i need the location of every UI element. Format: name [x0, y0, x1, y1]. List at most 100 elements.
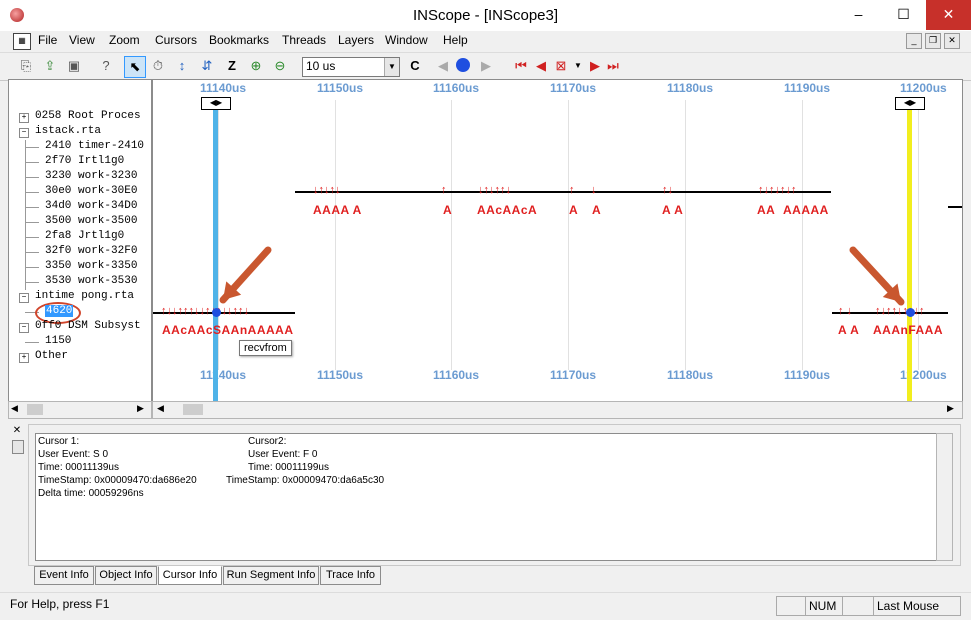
open-icon[interactable]: ⇪: [40, 56, 60, 76]
cursor-handle-icon[interactable]: ◀▶: [895, 97, 925, 110]
close-button[interactable]: ✕: [926, 0, 971, 30]
mdi-restore-button[interactable]: ❐: [925, 33, 941, 49]
event-label[interactable]: AAAAA: [783, 203, 829, 217]
go-icon[interactable]: [456, 58, 470, 72]
menu-bookmarks[interactable]: Bookmarks: [209, 33, 269, 47]
event-label[interactable]: AAAA A: [313, 203, 362, 217]
thread-run-segment[interactable]: [295, 191, 831, 193]
zoom-out-icon[interactable]: ⊖: [270, 56, 290, 76]
help-icon[interactable]: ?: [96, 56, 116, 76]
menu-help[interactable]: Help: [443, 33, 468, 47]
cursor1-time: Time: 00011139us: [38, 462, 119, 473]
scroll-right-icon[interactable]: ▶: [947, 403, 954, 414]
previous-event-icon[interactable]: ◀: [531, 56, 551, 76]
event-arrows-icon[interactable]: ↑↓↓↑↑↑↓↓↑↓↑↓↓↑↑↓: [161, 305, 249, 317]
last-event-icon[interactable]: ⏭: [603, 56, 623, 76]
event-arrows-icon[interactable]: ↑↓↑↓↑↓↑: [758, 184, 797, 196]
previous-icon[interactable]: ◀: [433, 56, 453, 76]
zoom-in-icon[interactable]: ⊕: [246, 56, 266, 76]
minimize-button[interactable]: –: [836, 0, 881, 30]
cursor1-user-event: User Event: S 0: [38, 449, 109, 460]
cursor-2-marker[interactable]: [906, 308, 915, 317]
event-arrows-icon[interactable]: ↓↑↓↑↑↓: [478, 184, 511, 196]
collapse-icon[interactable]: −: [19, 128, 29, 138]
thread-tree[interactable]: +0258 Root Proces − istack.rta 2410 timer-2…: [8, 79, 152, 403]
menu-file[interactable]: File: [38, 33, 57, 47]
event-arrows-icon[interactable]: ↓↑↓↑↓: [313, 184, 341, 196]
expand-icon[interactable]: +: [19, 113, 29, 123]
collapse-icon[interactable]: −: [19, 323, 29, 333]
first-event-icon[interactable]: ⏮: [511, 56, 531, 76]
event-arrows-icon[interactable]: ↑ ↓: [838, 305, 852, 317]
tab-cursor-info[interactable]: Cursor Info: [158, 566, 222, 585]
new-icon[interactable]: ⎘: [16, 56, 36, 76]
menu-view[interactable]: View: [69, 33, 95, 47]
scroll-right-icon[interactable]: ▶: [137, 403, 144, 414]
scroll-left-icon[interactable]: ◀: [157, 403, 164, 414]
document-icon[interactable]: ▦: [13, 33, 31, 50]
event-label[interactable]: A A: [662, 203, 683, 217]
tree-item-label: 0258 Root Proces: [35, 110, 141, 122]
pointer-icon[interactable]: ⬉: [124, 56, 146, 78]
tab-trace-info[interactable]: Trace Info: [320, 566, 381, 585]
refresh-icon[interactable]: C: [405, 56, 425, 76]
menu-window[interactable]: Window: [385, 33, 428, 47]
chevron-down-icon[interactable]: ▼: [384, 58, 399, 76]
axis-tick-label: 11150us: [317, 368, 364, 382]
save-icon[interactable]: ▣: [64, 56, 84, 76]
event-arrows-icon[interactable]: ↑↓: [662, 184, 673, 196]
next-event-icon[interactable]: ▶: [585, 56, 605, 76]
cursor-2-line[interactable]: [907, 98, 912, 402]
timeline-horizontal-scrollbar[interactable]: ◀ ▶: [152, 401, 963, 419]
toolbar: ⎘ ⇪ ▣ ? ⬉ ⏱ ↕ ⇵ Z ⊕ ⊖ 10 us ▼ C ◀ ▶ ⏮ ◀ …: [0, 52, 971, 81]
event-label[interactable]: AAAnFAAA: [873, 323, 943, 337]
collapse-icon[interactable]: −: [19, 293, 29, 303]
cursor-1-marker[interactable]: [212, 308, 221, 317]
cursor-1-line[interactable]: [213, 98, 218, 402]
scroll-left-icon[interactable]: ◀: [11, 403, 18, 414]
info-vertical-scrollbar[interactable]: [936, 433, 953, 561]
event-label[interactable]: AAcAAcSAAnAAAAA: [162, 323, 294, 337]
collapse-rows-icon[interactable]: ⇵: [197, 56, 217, 76]
scroll-thumb[interactable]: [183, 404, 203, 415]
tree-horizontal-scrollbar[interactable]: ◀ ▶: [8, 401, 152, 419]
pane-close-icon[interactable]: ✕: [12, 426, 22, 436]
tab-object-info[interactable]: Object Info: [95, 566, 157, 585]
event-arrows-icon[interactable]: ↑: [569, 184, 575, 196]
expand-rows-icon[interactable]: ↕: [172, 56, 192, 76]
menu-cursors[interactable]: Cursors: [155, 33, 197, 47]
tab-run-segment-info[interactable]: Run Segment Info: [223, 566, 319, 585]
tree-connector: [25, 147, 39, 148]
event-arrows-icon[interactable]: ↑: [441, 184, 447, 196]
grid-line: [451, 100, 452, 370]
zoom-range-icon[interactable]: Z: [222, 56, 242, 76]
event-arrows-icon[interactable]: ↓: [591, 184, 597, 196]
maximize-button[interactable]: ☐: [881, 0, 926, 30]
event-label[interactable]: A: [569, 203, 578, 217]
timeline-graph[interactable]: 11140us 11140us 11150us 11150us 11160us 11160…: [152, 79, 963, 403]
event-label[interactable]: A A: [838, 323, 859, 337]
event-label[interactable]: AAcAAcA: [477, 203, 537, 217]
zoom-level-select[interactable]: 10 us ▼: [302, 57, 400, 77]
event-label[interactable]: A: [443, 203, 452, 217]
mdi-close-button[interactable]: ✕: [944, 33, 960, 49]
grid-line: [802, 100, 803, 370]
mdi-minimize-button[interactable]: _: [906, 33, 922, 49]
next-icon[interactable]: ▶: [476, 56, 496, 76]
cursor-handle-icon[interactable]: ◀▶: [201, 97, 231, 110]
menu-threads[interactable]: Threads: [282, 33, 326, 47]
stopwatch-icon[interactable]: ⏱: [148, 56, 168, 76]
event-arrows-icon[interactable]: ↑↓↑↑↓↑↓↓↑: [875, 305, 925, 317]
pane-pin-icon[interactable]: [12, 440, 24, 454]
menu-layers[interactable]: Layers: [338, 33, 374, 47]
menu-zoom[interactable]: Zoom: [109, 33, 140, 47]
event-label[interactable]: AA: [757, 203, 775, 217]
scroll-thumb[interactable]: [27, 404, 43, 415]
expand-icon[interactable]: +: [19, 353, 29, 363]
tab-event-info[interactable]: Event Info: [34, 566, 94, 585]
axis-tick-label: 11140us: [200, 81, 247, 95]
status-last-mouse: Last Mouse: [873, 596, 961, 616]
grid-line: [685, 100, 686, 370]
thread-run-segment[interactable]: [948, 206, 962, 208]
event-label[interactable]: A: [592, 203, 601, 217]
